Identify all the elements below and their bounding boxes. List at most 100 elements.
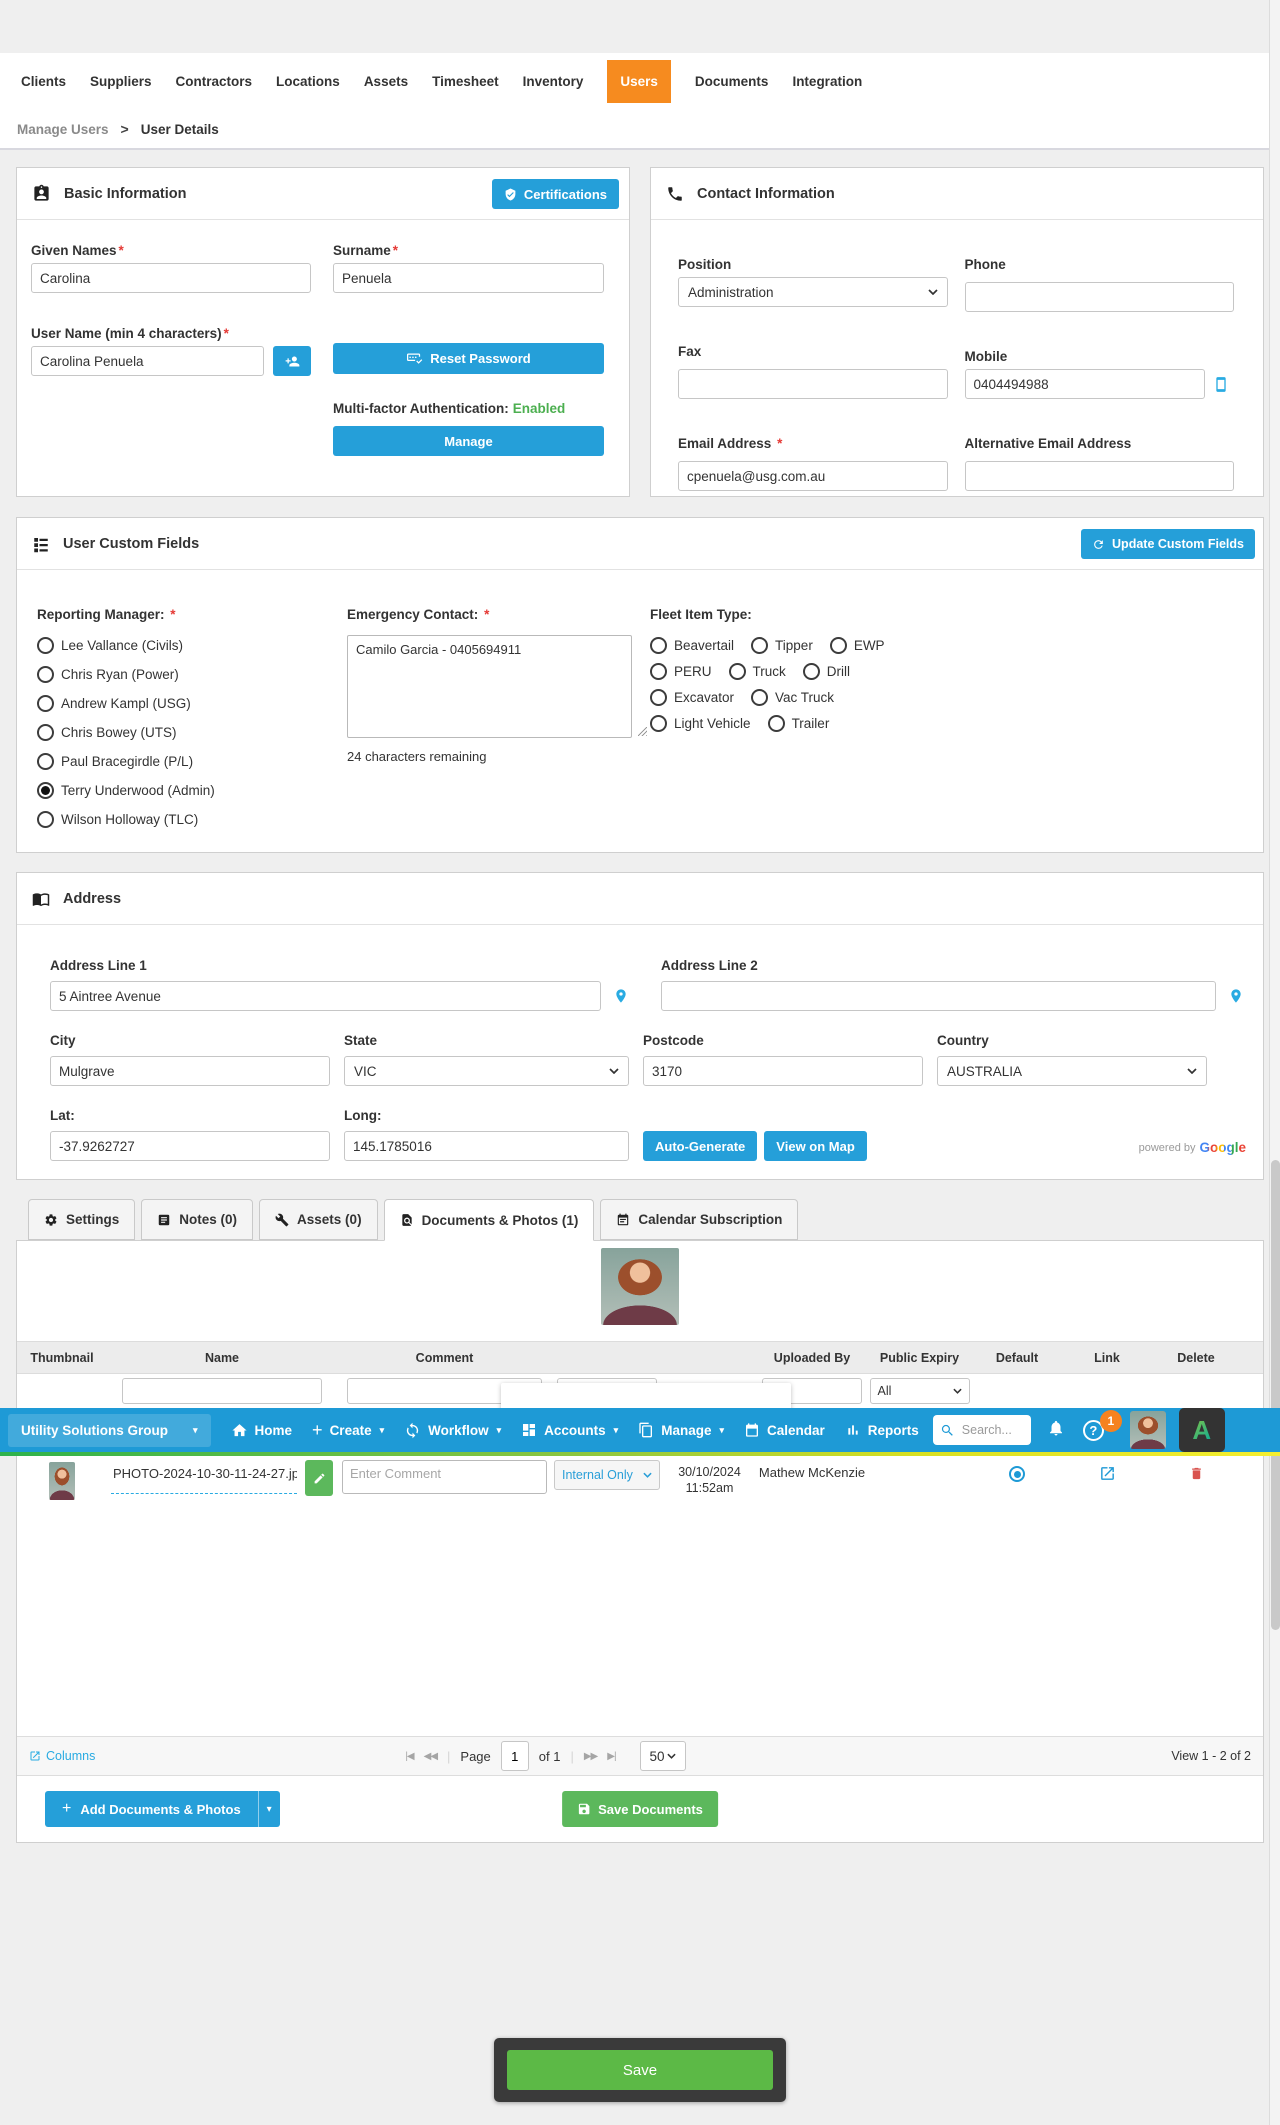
tab-notes[interactable]: Notes (0) (141, 1199, 253, 1240)
first-page-icon[interactable]: |◀ (405, 1751, 413, 1762)
toolbar-home[interactable]: Home (231, 1422, 293, 1439)
reporting-manager-option[interactable]: Paul Bracegirdle (P/L) (37, 753, 347, 770)
nav-item-inventory[interactable]: Inventory (523, 74, 584, 89)
radio-icon[interactable] (751, 689, 768, 706)
radio-icon[interactable] (37, 753, 54, 770)
default-radio-checked[interactable] (1009, 1466, 1025, 1482)
tab-assets[interactable]: Assets (0) (259, 1199, 378, 1240)
comment-input[interactable] (342, 1460, 547, 1494)
vertical-scrollbar[interactable] (1269, 0, 1280, 2125)
column-header-thumbnail[interactable]: Thumbnail (17, 1351, 107, 1365)
country-select[interactable]: AUSTRALIA (937, 1056, 1207, 1086)
nav-item-timesheet[interactable]: Timesheet (432, 74, 499, 89)
update-custom-fields-button[interactable]: Update Custom Fields (1081, 529, 1255, 559)
open-link-button[interactable] (1099, 1465, 1116, 1487)
certifications-button[interactable]: Certifications (492, 179, 619, 209)
help-button[interactable]: ? 1 (1083, 1420, 1104, 1441)
location-pin-icon[interactable] (1228, 986, 1244, 1006)
email-input[interactable] (678, 461, 948, 491)
app-logo[interactable]: A (1179, 1408, 1225, 1452)
address-line1-input[interactable] (50, 981, 601, 1011)
auto-generate-button[interactable]: Auto-Generate (643, 1131, 757, 1161)
toolbar-workflow[interactable]: Workflow ▾ (404, 1422, 501, 1439)
reporting-manager-option[interactable]: Wilson Holloway (TLC) (37, 811, 347, 828)
toolbar-accounts[interactable]: Accounts ▾ (521, 1422, 618, 1438)
save-button[interactable]: Save (507, 2050, 773, 2090)
radio-icon[interactable] (650, 637, 667, 654)
reporting-manager-option[interactable]: Andrew Kampl (USG) (37, 695, 347, 712)
long-input[interactable] (344, 1131, 629, 1161)
fleet-option[interactable]: Truck (729, 663, 786, 680)
radio-icon[interactable] (37, 724, 54, 741)
last-page-icon[interactable]: ▶| (607, 1751, 615, 1762)
fleet-option[interactable]: Beavertail (650, 637, 734, 654)
radio-icon[interactable] (650, 663, 667, 680)
emergency-contact-textarea[interactable]: Camilo Garcia - 0405694911 (347, 635, 632, 738)
reporting-manager-option[interactable]: Chris Ryan (Power) (37, 666, 347, 683)
city-input[interactable] (50, 1056, 330, 1086)
tab-documents-photos[interactable]: Documents & Photos (1) (384, 1199, 595, 1241)
document-name[interactable]: PHOTO-2024-10-30-11-24-27.jpg (111, 1460, 297, 1494)
fleet-option[interactable]: Excavator (650, 689, 734, 706)
phone-input[interactable] (965, 282, 1235, 312)
save-documents-button[interactable]: Save Documents (562, 1791, 718, 1827)
column-header-delete[interactable]: Delete (1152, 1351, 1240, 1365)
radio-icon[interactable] (803, 663, 820, 680)
add-documents-button[interactable]: + Add Documents & Photos ▾ (45, 1791, 280, 1827)
column-header-name[interactable]: Name (107, 1351, 337, 1365)
fleet-option[interactable]: Tipper (751, 637, 813, 654)
view-on-map-button[interactable]: View on Map (764, 1131, 867, 1161)
fleet-option[interactable]: EWP (830, 637, 885, 654)
column-header-public-expiry[interactable]: Public Expiry (867, 1351, 972, 1365)
toolbar-reports[interactable]: Reports (845, 1422, 919, 1438)
nav-item-documents[interactable]: Documents (695, 74, 769, 89)
location-pin-icon[interactable] (613, 986, 629, 1006)
radio-icon[interactable] (650, 689, 667, 706)
page-size-select[interactable]: 50 (640, 1741, 686, 1771)
alt-email-input[interactable] (965, 461, 1235, 491)
column-header-link[interactable]: Link (1062, 1351, 1152, 1365)
notifications-button[interactable] (1047, 1419, 1065, 1442)
column-header-default[interactable]: Default (972, 1351, 1062, 1365)
columns-button[interactable]: Columns (29, 1749, 95, 1763)
nav-item-clients[interactable]: Clients (21, 74, 66, 89)
name-filter-input[interactable] (122, 1378, 322, 1404)
page-number-input[interactable] (501, 1741, 529, 1771)
default-photo-preview[interactable] (601, 1248, 679, 1325)
notification-badge[interactable]: 1 (1100, 1410, 1122, 1432)
nav-item-integration[interactable]: Integration (792, 74, 862, 89)
position-select[interactable]: Administration (678, 277, 948, 307)
toolbar-search[interactable] (933, 1415, 1031, 1445)
column-header-comment[interactable]: Comment (337, 1351, 552, 1365)
lat-input[interactable] (50, 1131, 330, 1161)
radio-checked-icon[interactable] (37, 782, 54, 799)
fleet-option[interactable]: Trailer (768, 715, 830, 732)
mfa-manage-button[interactable]: Manage (333, 426, 604, 456)
share-select[interactable]: Internal Only (554, 1460, 660, 1490)
scrollbar-thumb[interactable] (1271, 1160, 1280, 1630)
radio-icon[interactable] (650, 715, 667, 732)
public-expiry-filter-select[interactable]: All (870, 1378, 970, 1404)
mobile-input[interactable] (965, 369, 1205, 399)
nav-item-users[interactable]: Users (607, 60, 671, 103)
reporting-manager-option-selected[interactable]: Terry Underwood (Admin) (37, 782, 347, 799)
user-accounts-button[interactable] (273, 346, 311, 376)
given-names-input[interactable] (31, 263, 311, 293)
tab-calendar-subscription[interactable]: Calendar Subscription (600, 1199, 798, 1240)
radio-icon[interactable] (768, 715, 785, 732)
fleet-option[interactable]: Vac Truck (751, 689, 834, 706)
reporting-manager-option[interactable]: Chris Bowey (UTS) (37, 724, 347, 741)
toolbar-create[interactable]: + Create ▾ (312, 1420, 384, 1441)
reset-password-button[interactable]: Reset Password (333, 343, 604, 374)
state-select[interactable]: VIC (344, 1056, 629, 1086)
tab-settings[interactable]: Settings (28, 1199, 135, 1240)
company-menu[interactable]: Utility Solutions Group ▾ (8, 1414, 211, 1447)
prev-page-icon[interactable]: ◀◀ (424, 1751, 437, 1762)
radio-icon[interactable] (729, 663, 746, 680)
fleet-option[interactable]: Light Vehicle (650, 715, 751, 732)
radio-icon[interactable] (37, 666, 54, 683)
fleet-option[interactable]: PERU (650, 663, 712, 680)
search-input[interactable] (960, 1422, 1020, 1438)
nav-item-locations[interactable]: Locations (276, 74, 340, 89)
resize-handle-icon[interactable] (638, 727, 647, 736)
